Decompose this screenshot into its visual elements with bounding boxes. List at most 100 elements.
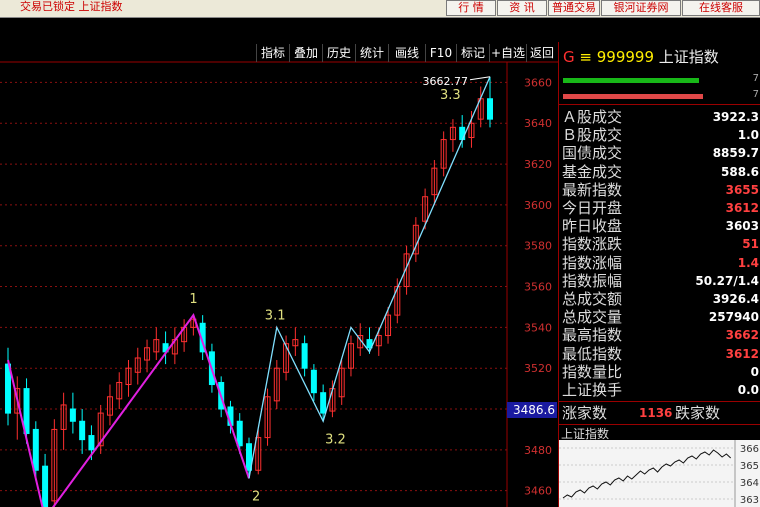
kline-chart[interactable]: 3460348035003520354035603580360036203640…: [0, 0, 558, 507]
candle-body: [69, 408, 76, 422]
quote-label: 最低指数: [562, 344, 623, 363]
quote-row: 最新指数 3655: [559, 181, 760, 199]
wave-label: 3.1: [265, 308, 286, 323]
quote-value: 3655: [725, 182, 759, 197]
panel-title: G ≡ 999999 上证指数: [563, 46, 719, 67]
y-tick-label: 3480: [524, 444, 552, 457]
quote-row: 总成交额 3926.4: [559, 290, 760, 308]
mini-intraday-chart[interactable]: 366 365 364 363: [559, 440, 760, 507]
wave-label: 2: [252, 489, 260, 504]
quote-value: 3926.4: [712, 292, 759, 306]
y-tick-label: 3560: [524, 281, 552, 294]
quote-value: 3922.3: [712, 110, 759, 124]
quote-value: 51: [742, 237, 759, 252]
mini-tick-label: 363: [740, 495, 759, 506]
mini-tick-label: 366: [740, 444, 759, 455]
menu-back[interactable]: 返回: [526, 44, 557, 62]
candle-body: [320, 392, 327, 414]
quote-label: 最新指数: [562, 180, 623, 199]
high-marker: [469, 76, 491, 81]
menu-overlay[interactable]: 叠加: [289, 44, 322, 62]
buy-volume-bar: [563, 78, 699, 83]
quote-value: 1.4: [737, 255, 759, 270]
quote-value: 588.6: [721, 164, 759, 179]
quote-label: 指数涨跌: [562, 235, 623, 254]
down-count-label: 跌家数: [675, 404, 721, 422]
candle-body: [310, 369, 317, 394]
quote-value: 3612: [725, 201, 759, 215]
y-tick-label: 3640: [524, 117, 552, 130]
quote-label: 总成交量: [562, 308, 623, 327]
quote-label: 指数振幅: [562, 271, 623, 290]
quote-label: 指数量比: [562, 362, 623, 381]
candle-body: [32, 428, 39, 471]
quote-value: 3603: [725, 219, 759, 234]
menu-statistics[interactable]: 统计: [355, 44, 388, 62]
quote-row: 指数涨幅 1.4: [559, 254, 760, 272]
quote-panel: G ≡ 999999 上证指数 7 7 Ａ股成交 3922.3 Ｂ股成交 1.0 国债成…: [558, 42, 760, 507]
quote-value: 3662: [725, 328, 759, 343]
menu-mark[interactable]: 标记: [456, 44, 489, 62]
current-price-tag: 3486.6: [507, 402, 557, 418]
candle-body: [487, 98, 493, 120]
quote-row: 昨日收盘 3603: [559, 217, 760, 235]
quote-row: 国债成交 8859.7: [559, 144, 760, 162]
quote-label: 国债成交: [562, 144, 623, 163]
quote-row: 上证换手 0.0: [559, 381, 760, 399]
y-tick-label: 3520: [524, 362, 552, 375]
panel-flag: G: [563, 48, 575, 66]
y-tick-label: 3600: [524, 199, 552, 212]
menu-f10[interactable]: F10: [425, 44, 456, 62]
panel-index-name: 上证指数: [658, 48, 719, 66]
y-tick-label: 3660: [524, 76, 552, 89]
chart-menu-bar: 指标 叠加 历史 统计 画线 F10 标记 +自选 返回: [0, 42, 558, 62]
quote-label: 基金成交: [562, 162, 623, 181]
bar1-value: 7: [752, 73, 759, 84]
y-tick-label: 3580: [524, 240, 552, 253]
quote-value: 50.27/1.4: [695, 273, 759, 288]
menu-add-favorite[interactable]: +自选: [489, 44, 526, 62]
panel-code: ≡ 999999: [579, 48, 655, 66]
quote-label: 总成交额: [562, 290, 623, 308]
y-tick-label: 3620: [524, 158, 552, 171]
quote-row: 最低指数 3612: [559, 345, 760, 363]
wave-label: 3.2: [325, 432, 346, 447]
quote-label: 今日开盘: [562, 199, 623, 217]
quote-value: 3612: [725, 346, 759, 361]
quote-value: 8859.7: [712, 146, 759, 161]
mini-tick-label: 364: [740, 478, 759, 489]
menu-indicator[interactable]: 指标: [256, 44, 289, 62]
quote-label: 上证换手: [562, 381, 623, 399]
broker-site-button[interactable]: 银河证券网: [601, 0, 681, 16]
candle-body: [23, 388, 30, 435]
menu-draw-line[interactable]: 画线: [388, 44, 425, 62]
quote-label: Ａ股成交: [562, 108, 623, 126]
quote-row: Ｂ股成交 1.0: [559, 126, 760, 144]
y-tick-label: 3540: [524, 321, 552, 334]
quote-value: 0.0: [737, 383, 759, 397]
menu-history[interactable]: 历史: [322, 44, 355, 62]
wave-line-cyan: [248, 76, 491, 479]
quote-row: 今日开盘 3612: [559, 199, 760, 217]
bar2-value: 7: [752, 89, 759, 100]
candle-body: [79, 420, 86, 441]
quote-label: Ｂ股成交: [562, 126, 623, 145]
mini-chart-bg: [559, 440, 760, 507]
candle-body: [42, 465, 49, 507]
online-service-button[interactable]: 在线客服: [682, 0, 760, 16]
quote-label: 最高指数: [562, 326, 623, 345]
quote-row: 指数振幅 50.27/1.4: [559, 272, 760, 290]
quote-row: 基金成交 588.6: [559, 163, 760, 181]
quote-label: 指数涨幅: [562, 253, 623, 272]
quote-row: Ａ股成交 3922.3: [559, 108, 760, 126]
wave-label: 3.3: [440, 88, 461, 103]
sell-volume-bar: [563, 94, 703, 99]
y-tick-label: 3460: [524, 485, 552, 498]
quote-value: 0: [750, 364, 759, 379]
high-price-label: 3662.77: [423, 75, 469, 88]
quote-row: 总成交量 257940: [559, 308, 760, 326]
quote-row: 最高指数 3662: [559, 326, 760, 344]
up-count-label: 涨家数: [562, 404, 608, 422]
candle-body: [301, 343, 308, 369]
panel-divider: [559, 104, 760, 105]
